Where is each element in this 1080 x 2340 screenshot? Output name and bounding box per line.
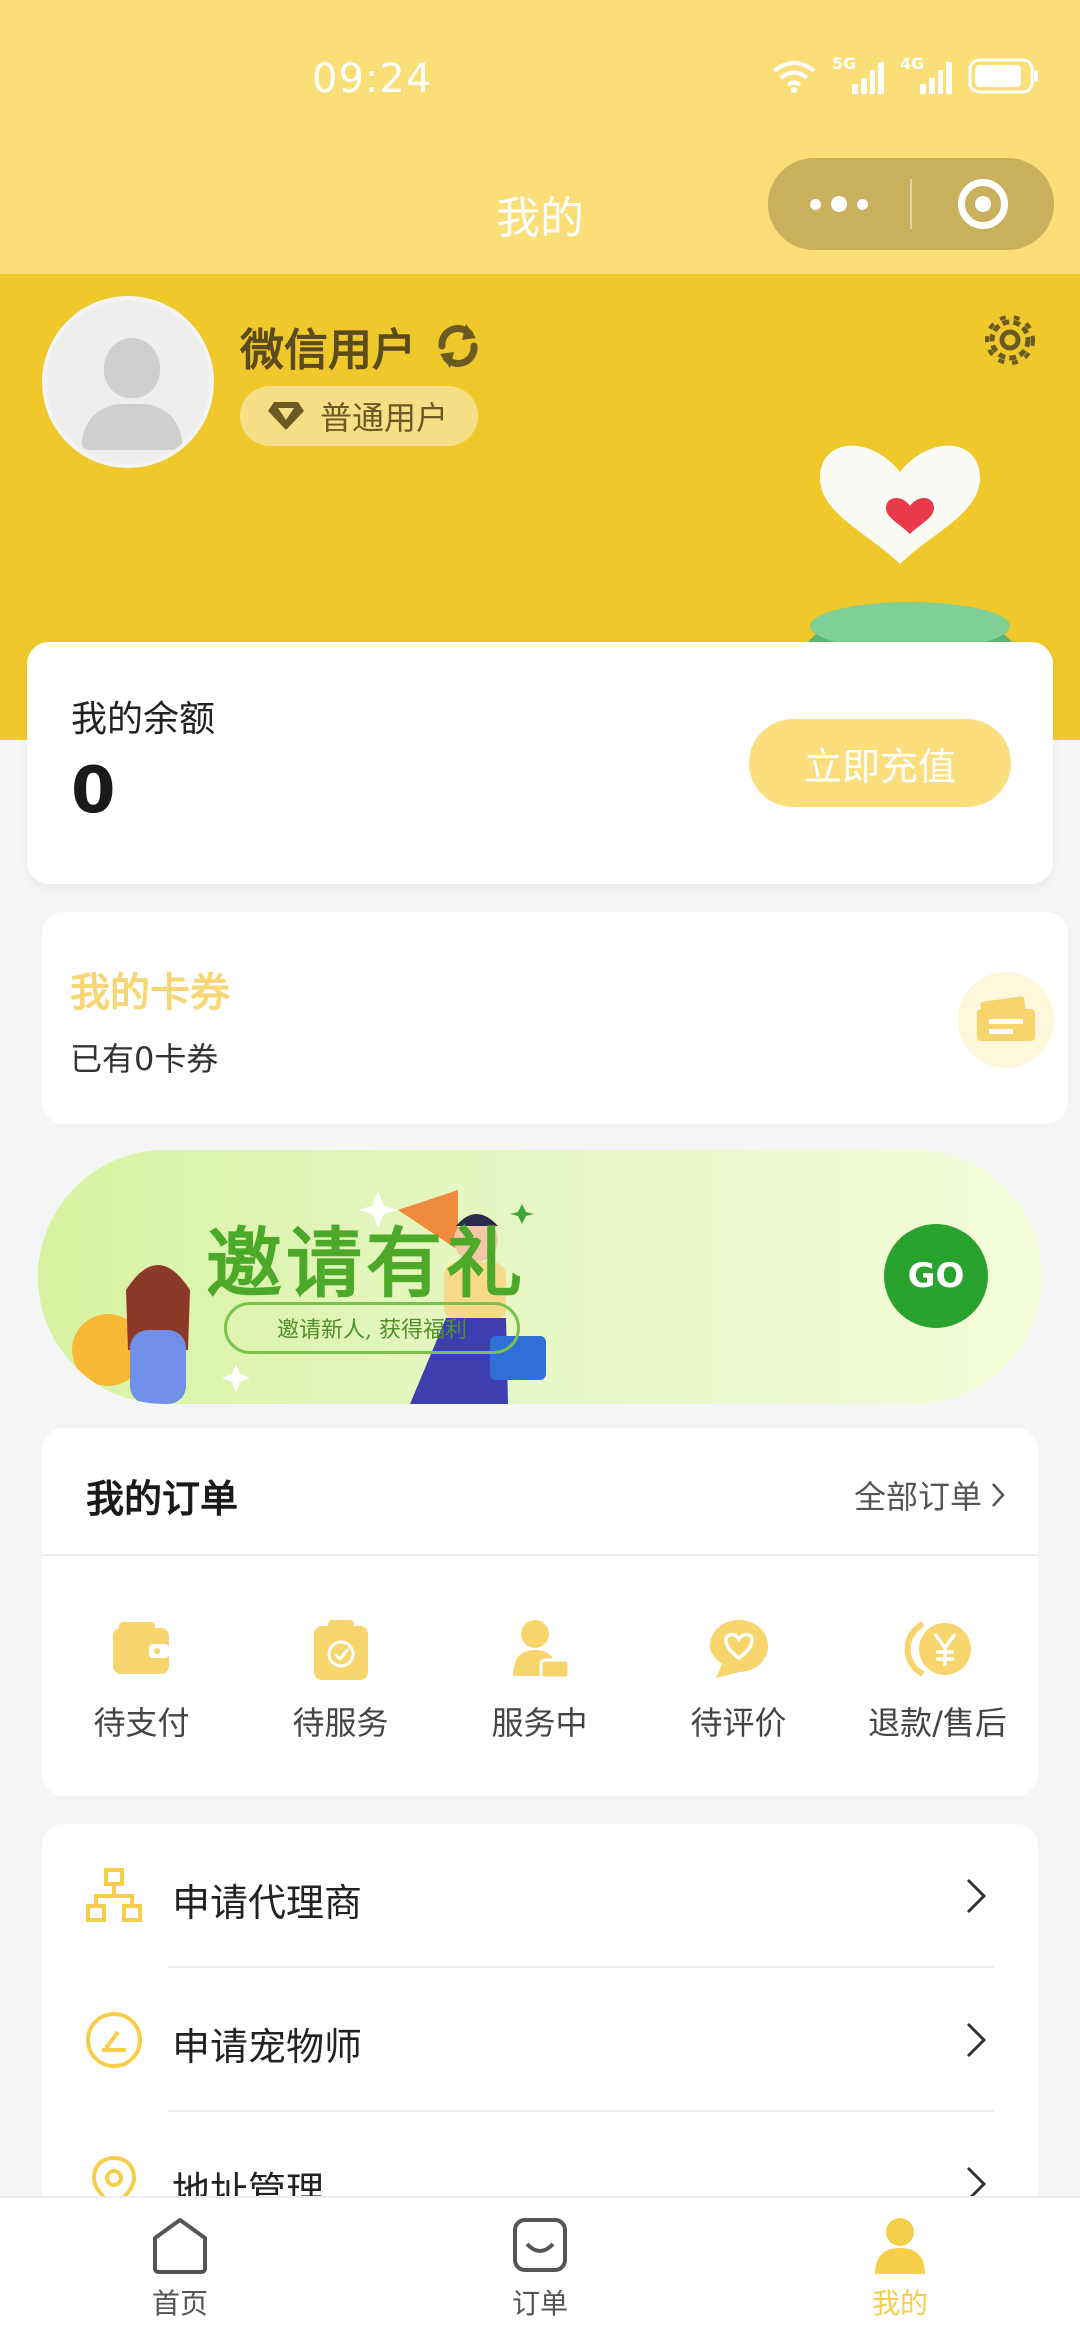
status-time: 09:24 xyxy=(312,56,433,102)
member-level-badge: 普通用户 xyxy=(240,386,479,446)
miniprogram-capsule xyxy=(768,158,1054,250)
coupon-card[interactable]: 我的卡券 已有0卡券 xyxy=(42,912,1068,1124)
tab-home[interactable]: 首页 xyxy=(0,2198,360,2340)
signal-5g-label: 5G xyxy=(832,54,857,73)
nav-bar: 我的 xyxy=(0,130,1080,274)
order-status-label: 退款/售后 xyxy=(868,1704,1007,1742)
chevron-right-icon xyxy=(966,1878,987,1914)
target-icon xyxy=(958,179,1008,229)
username: 微信用户 xyxy=(240,325,416,376)
order-status-row: 待支付 待服务 服务中 待评价 退款/售后 xyxy=(42,1614,1038,1744)
recharge-button[interactable]: 立即充值 xyxy=(749,719,1011,807)
invite-subtitle: 邀请新人, 获得福利 xyxy=(224,1302,520,1354)
invite-banner[interactable]: 邀请有礼 邀请新人, 获得福利 GO xyxy=(38,1150,1042,1404)
signal-4g-icon: 4G xyxy=(900,54,952,94)
chevron-right-icon xyxy=(992,1483,1005,1507)
order-status-label: 待服务 xyxy=(292,1704,389,1742)
more-dot-icon xyxy=(831,196,847,212)
tab-label: 我的 xyxy=(871,2287,928,2320)
signal-5g-icon: 5G xyxy=(832,54,884,94)
close-miniprogram-button[interactable] xyxy=(912,158,1054,250)
org-chart-icon xyxy=(86,1868,142,1922)
username-row: 微信用户 xyxy=(240,314,484,378)
settings-gear-icon[interactable] xyxy=(980,310,1040,370)
balance-card: 我的余额 0 立即充值 xyxy=(27,642,1053,884)
balance-value: 0 xyxy=(71,754,116,828)
heart-chat-icon xyxy=(709,1620,768,1678)
clipboard-check-icon xyxy=(313,1620,368,1680)
orders-card: 我的订单 全部订单 待支付 待服务 服务中 待评价 退款/售后 xyxy=(42,1428,1038,1796)
all-orders-link[interactable]: 全部订单 xyxy=(854,1472,1006,1518)
order-status-label: 待评价 xyxy=(690,1704,787,1742)
more-dot-icon xyxy=(810,198,821,210)
balance-label: 我的余额 xyxy=(71,699,216,740)
more-button[interactable] xyxy=(768,158,910,250)
menu-item-apply-agent[interactable]: 申请代理商 xyxy=(42,1824,1038,1968)
gauge-icon xyxy=(86,2012,142,2068)
signal-4g-label: 4G xyxy=(900,54,925,73)
menu-item-label: 申请宠物师 xyxy=(172,2025,363,2069)
order-status-pending-payment[interactable]: 待支付 xyxy=(42,1614,241,1744)
wifi-icon xyxy=(772,61,816,93)
orders-title: 我的订单 xyxy=(86,1477,239,1521)
avatar[interactable] xyxy=(42,296,214,468)
menu-item-label: 申请代理商 xyxy=(172,1881,363,1925)
home-icon xyxy=(153,2218,207,2274)
tab-mine[interactable]: 我的 xyxy=(720,2198,1080,2340)
invite-go-button[interactable]: GO xyxy=(884,1224,988,1328)
wallet-icon xyxy=(112,1622,169,1674)
ticket-icon xyxy=(958,972,1054,1068)
divider xyxy=(42,1554,1038,1556)
more-dot-icon xyxy=(857,198,868,210)
battery-icon xyxy=(968,58,1038,94)
order-bag-icon xyxy=(513,2218,567,2272)
tab-orders[interactable]: 订单 xyxy=(360,2198,720,2340)
yen-refund-icon xyxy=(904,1621,971,1677)
coupon-title: 我的卡券 xyxy=(70,970,230,1016)
order-status-label: 服务中 xyxy=(491,1704,588,1742)
menu-item-apply-pet-groomer[interactable]: 申请宠物师 xyxy=(42,1968,1038,2112)
status-icons: 5G 4G xyxy=(772,54,1040,94)
person-service-icon xyxy=(512,1620,570,1680)
order-status-pending-review[interactable]: 待评价 xyxy=(639,1614,838,1744)
invite-title: 邀请有礼 xyxy=(206,1219,526,1308)
tab-label: 订单 xyxy=(511,2287,568,2320)
diamond-icon xyxy=(268,402,304,430)
order-status-label: 待支付 xyxy=(93,1704,190,1742)
tab-label: 首页 xyxy=(151,2287,208,2320)
coupon-count: 已有0卡券 xyxy=(70,1040,219,1078)
refresh-icon[interactable] xyxy=(432,320,484,372)
bottom-tab-bar: 首页 订单 我的 xyxy=(0,2196,1080,2340)
member-level-label: 普通用户 xyxy=(320,399,449,437)
chevron-right-icon xyxy=(966,2022,987,2058)
order-status-refund[interactable]: 退款/售后 xyxy=(838,1614,1037,1744)
person-icon xyxy=(875,2218,925,2274)
all-orders-label: 全部订单 xyxy=(853,1478,982,1516)
order-status-pending-service[interactable]: 待服务 xyxy=(241,1614,440,1744)
order-status-in-service[interactable]: 服务中 xyxy=(440,1614,639,1744)
menu-card: 申请代理商 申请宠物师 地址管理 xyxy=(42,1824,1038,2224)
